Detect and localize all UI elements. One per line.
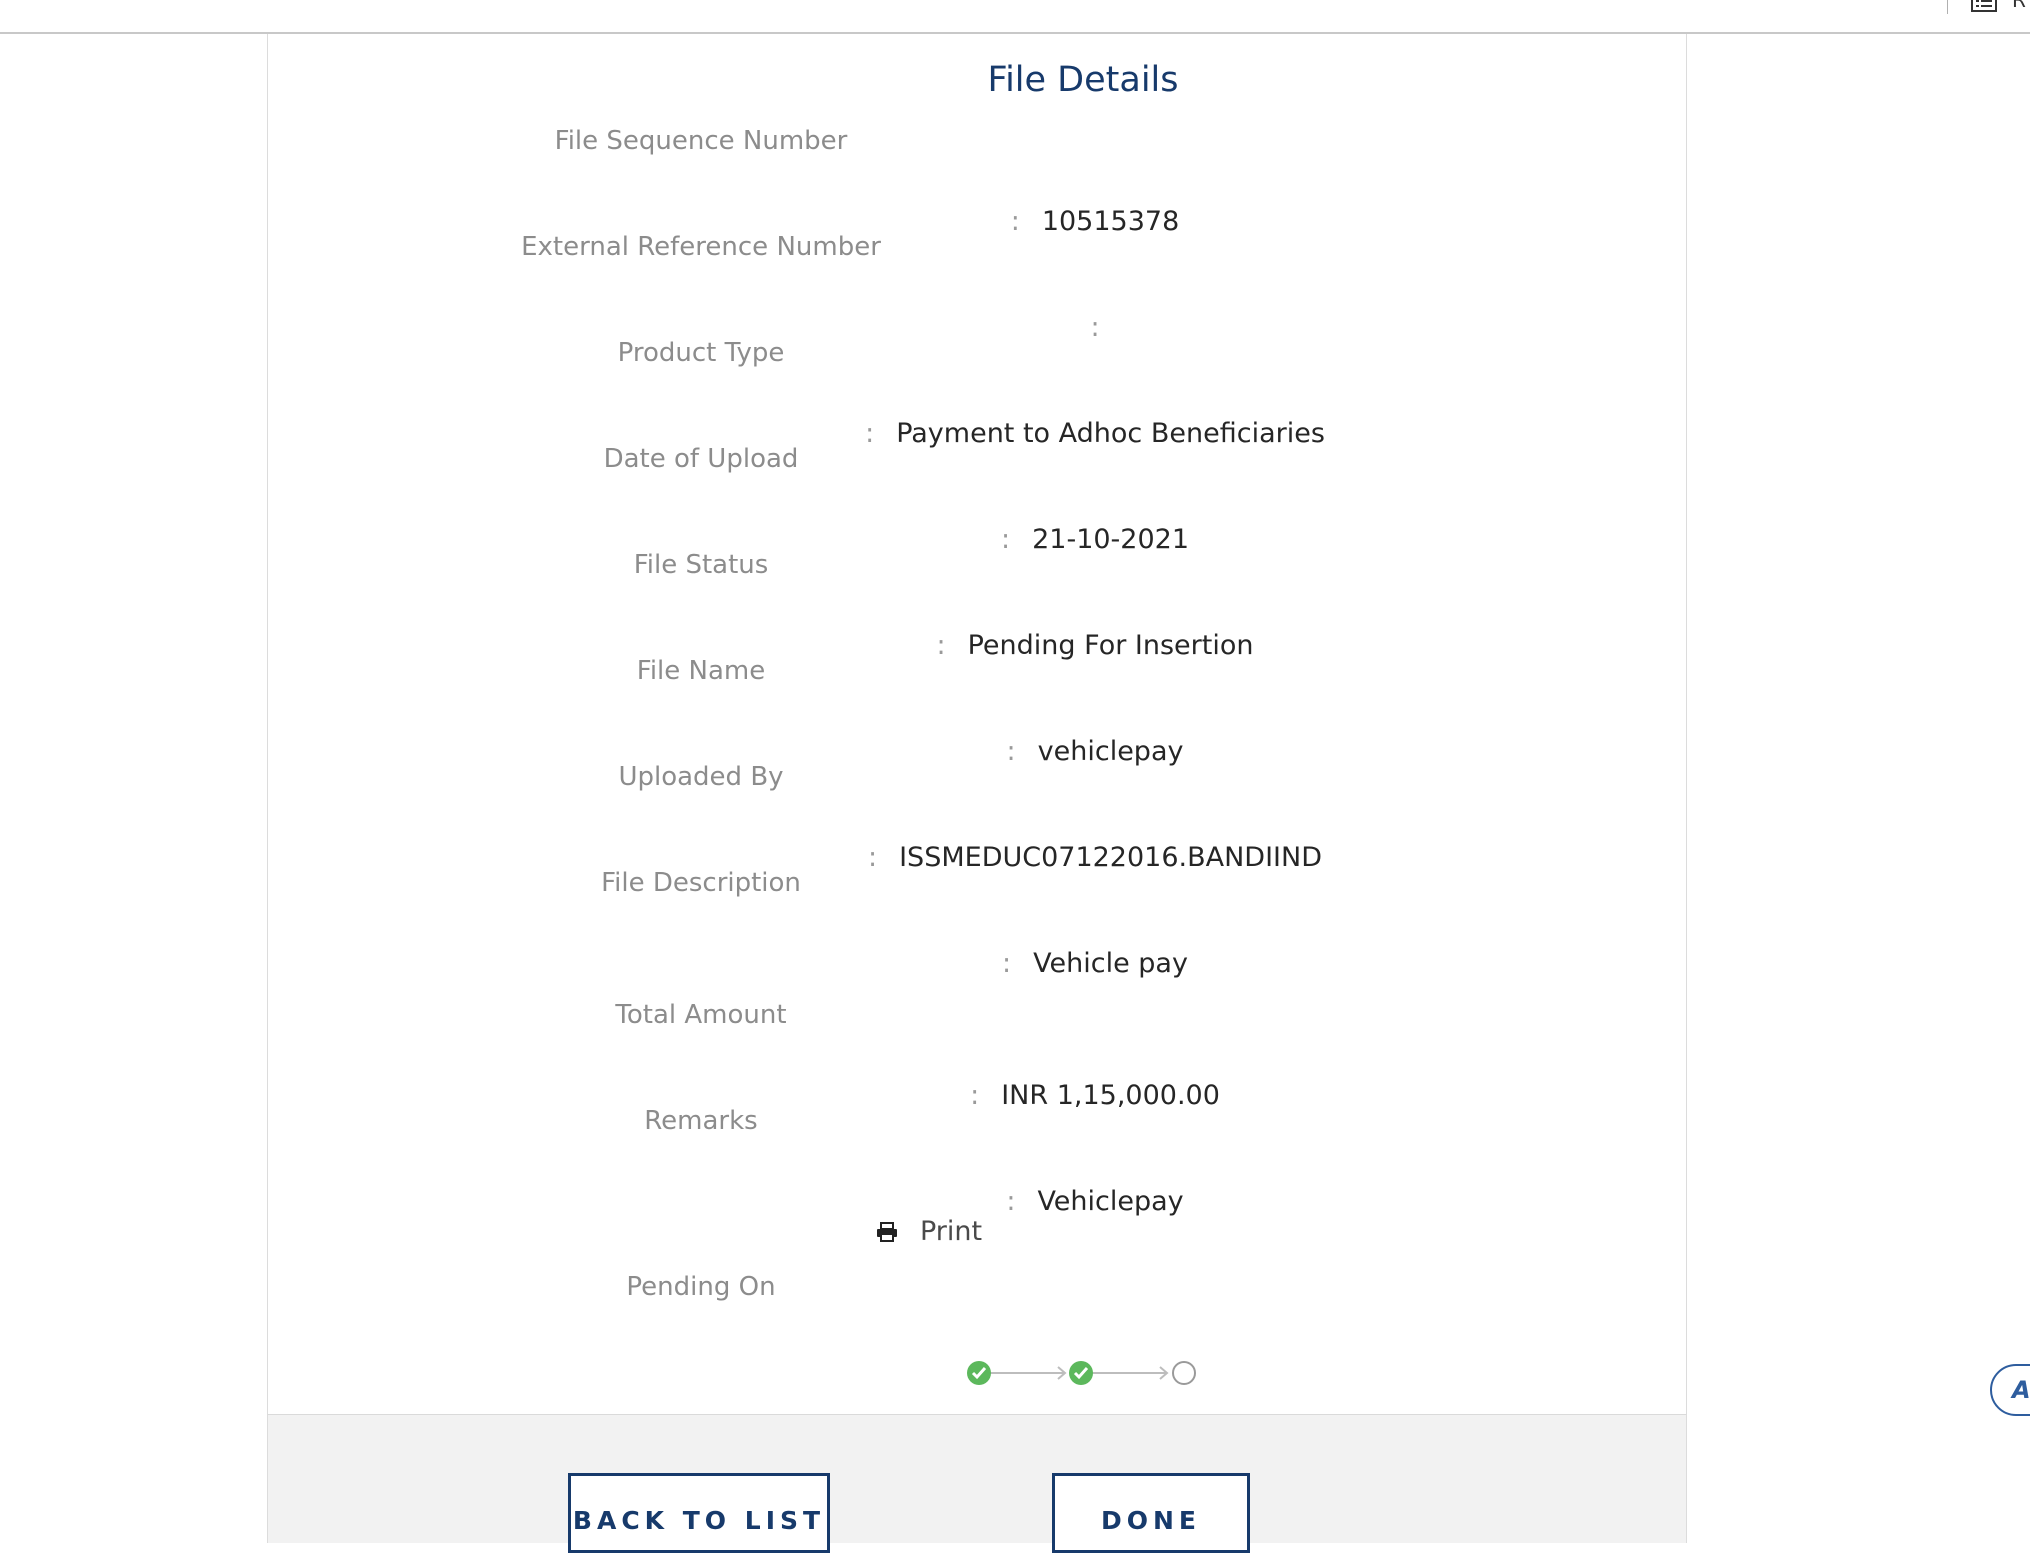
- check-circle-icon: [967, 1361, 991, 1385]
- toolbar-divider: [1947, 0, 1948, 14]
- value-text: Pending For Insertion: [967, 630, 1254, 661]
- value-total-amount: : Vehicle pay: [595, 948, 1595, 979]
- label-pending-on: Pending On: [626, 1272, 776, 1302]
- value-text: 10515378: [1041, 206, 1180, 237]
- workflow-stepper: [967, 1361, 1196, 1385]
- printer-icon: [877, 1221, 897, 1242]
- label-file-sequence-number: File Sequence Number: [554, 126, 848, 156]
- action-footer: [267, 1414, 1687, 1543]
- list-icon[interactable]: [1971, 0, 1997, 12]
- check-circle-icon: [1069, 1361, 1093, 1385]
- separator-colon: :: [1010, 206, 1020, 237]
- toolbar-label[interactable]: R: [2012, 0, 2026, 12]
- top-bar: R: [0, 0, 2030, 34]
- value-file-description: : ISSMEDUC07122016.BANDIIND: [595, 842, 1595, 873]
- value-text: Payment to Adhoc Beneficiaries: [896, 418, 1325, 449]
- value-external-reference-number: :10515378: [595, 206, 1595, 237]
- value-uploaded-by: : vehiclepay: [595, 736, 1595, 767]
- empty-circle-icon: [1172, 1361, 1196, 1385]
- back-to-list-button[interactable]: BACK TO LIST: [568, 1473, 830, 1553]
- label-total-amount: Total Amount: [615, 1000, 787, 1030]
- value-remarks: : INR 1,15,000.00: [595, 1080, 1595, 1111]
- value-file-name: : Pending For Insertion: [595, 630, 1595, 661]
- separator-colon: :: [936, 630, 946, 661]
- value-text: Vehicle pay: [1033, 948, 1188, 979]
- value-text: Vehiclepay: [1037, 1186, 1184, 1217]
- separator-colon: :: [970, 1080, 980, 1111]
- separator-colon: :: [1006, 1186, 1016, 1217]
- value-file-status: :21-10-2021: [595, 524, 1595, 555]
- separator-colon: :: [1000, 524, 1011, 555]
- accessibility-label: A: [2012, 1376, 2030, 1404]
- separator-colon: :: [1090, 312, 1100, 343]
- value-pending-on: : Vehiclepay: [595, 1186, 1595, 1217]
- value-text: vehiclepay: [1037, 736, 1184, 767]
- value-text: 21-10-2021: [1032, 524, 1190, 555]
- separator-colon: :: [1002, 948, 1012, 979]
- accessibility-widget[interactable]: A: [1990, 1364, 2030, 1416]
- separator-colon: :: [865, 418, 875, 449]
- value-text: INR 1,15,000.00: [1001, 1080, 1220, 1111]
- print-link[interactable]: Print: [876, 1216, 982, 1247]
- page-title: File Details: [987, 60, 1179, 100]
- print-label: Print: [920, 1216, 983, 1247]
- value-product-type: :: [595, 312, 1595, 343]
- separator-colon: :: [1006, 736, 1016, 767]
- value-date-of-upload: : Payment to Adhoc Beneficiaries: [595, 418, 1595, 449]
- done-button[interactable]: DONE: [1052, 1473, 1250, 1553]
- value-text: ISSMEDUC07122016.BANDIIND: [899, 842, 1322, 873]
- separator-colon: :: [867, 842, 878, 873]
